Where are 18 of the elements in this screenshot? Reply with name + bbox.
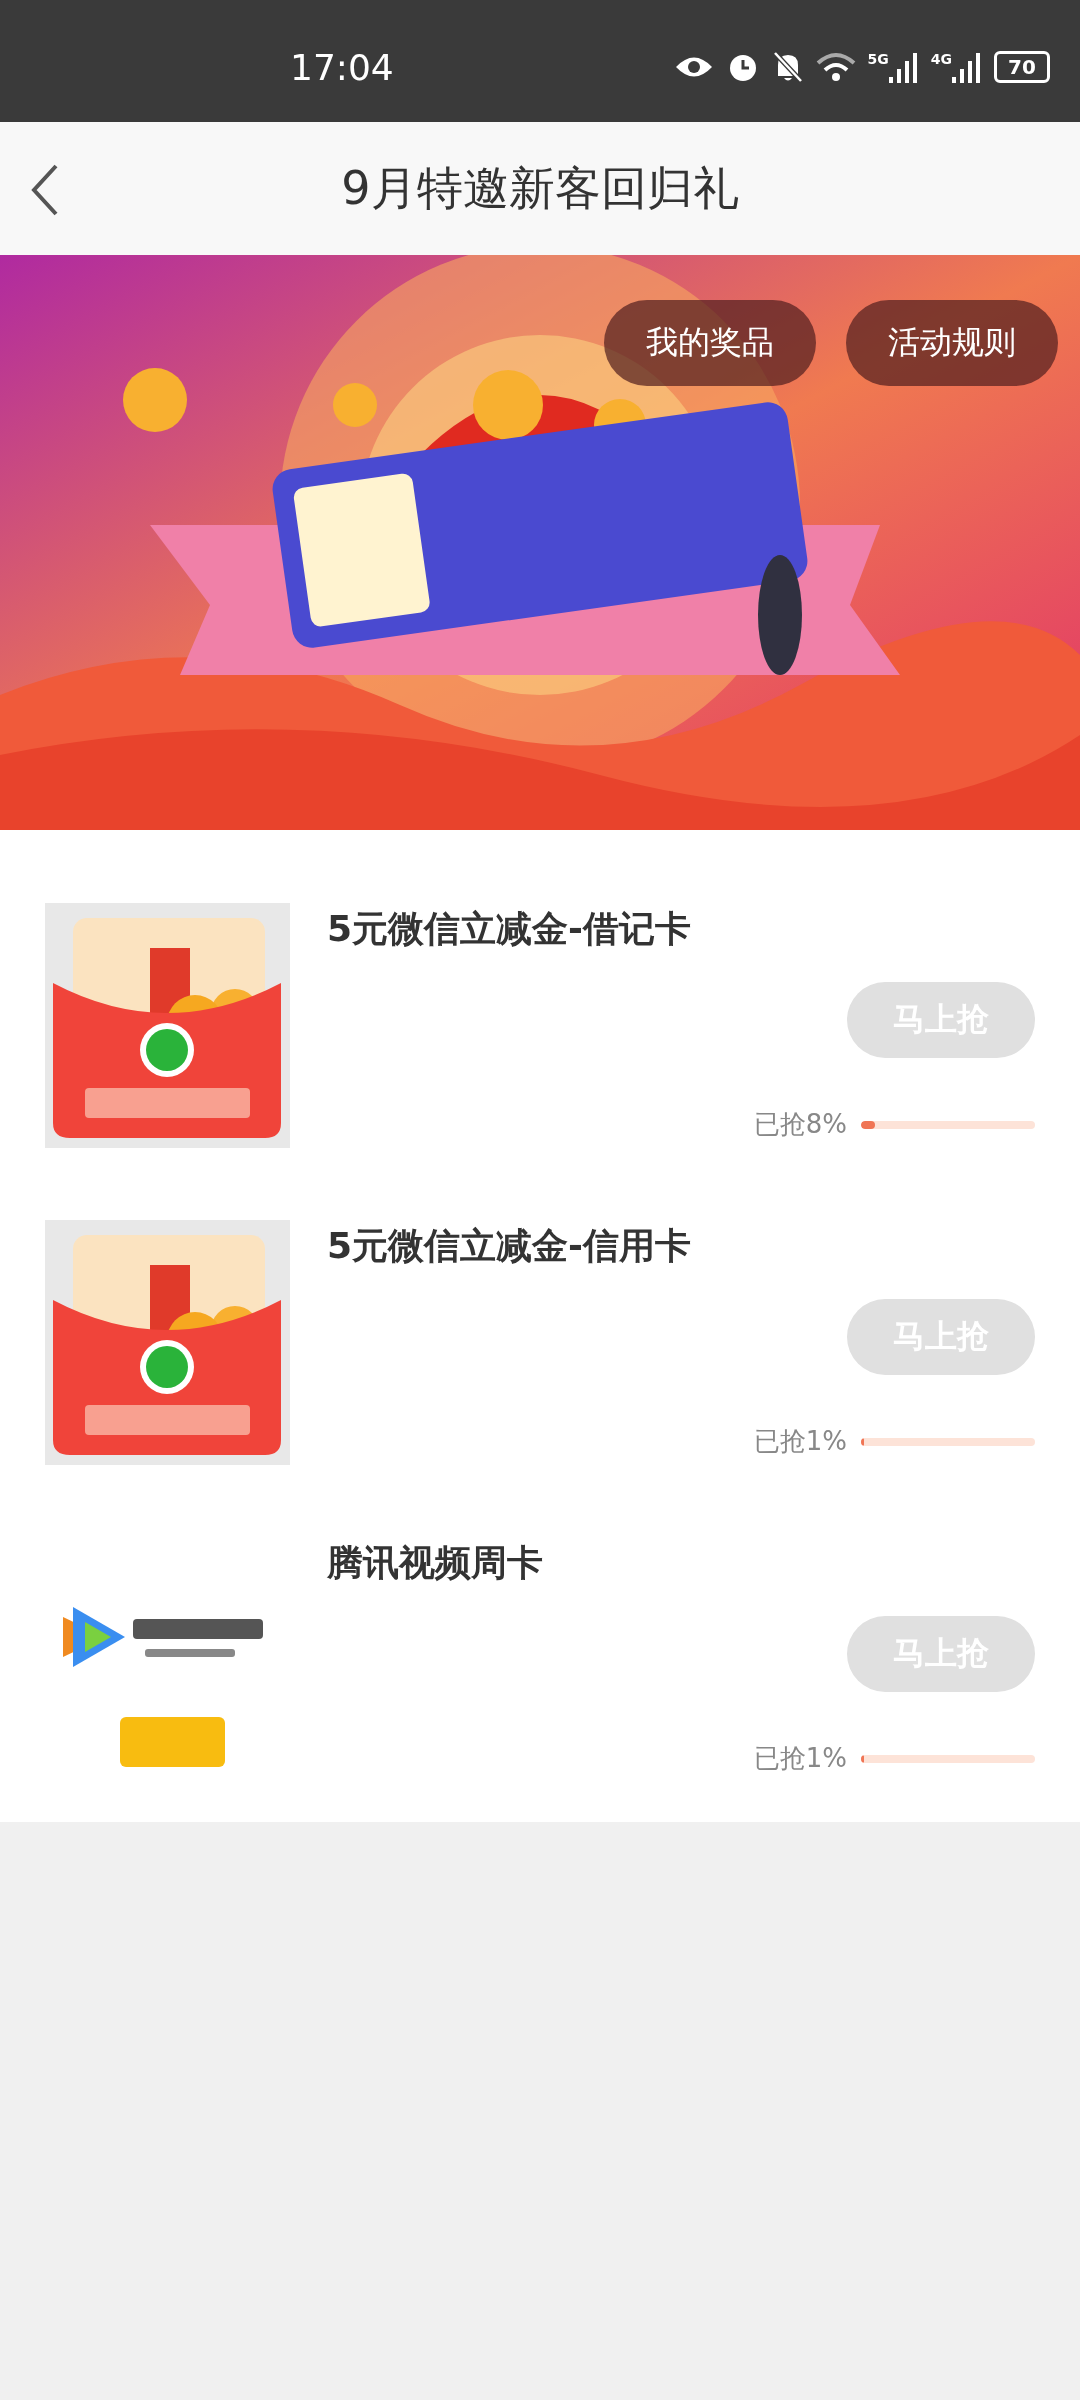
network-label: 4G bbox=[930, 51, 952, 67]
item-title: 5元微信立减金-信用卡 bbox=[327, 1224, 692, 1268]
signal-icon bbox=[952, 51, 982, 83]
signal-icon bbox=[888, 51, 919, 83]
muted-bell-icon bbox=[771, 50, 804, 84]
wifi-icon bbox=[815, 51, 856, 83]
banner-button[interactable]: 我的奖品 bbox=[604, 300, 816, 386]
status-time: 17:04 bbox=[290, 46, 394, 88]
network-label: 5G bbox=[867, 51, 889, 67]
progress-text: 已抢1% bbox=[753, 1742, 847, 1775]
page-title: 9月特邀新客回归礼 bbox=[341, 159, 739, 217]
progress-text: 已抢1% bbox=[753, 1425, 847, 1458]
back-icon[interactable] bbox=[30, 164, 60, 216]
item-title: 5元微信立减金-借记卡 bbox=[327, 907, 692, 951]
item-title: 腾讯视频周卡 bbox=[327, 1541, 544, 1585]
banner-button[interactable]: 活动规则 bbox=[846, 300, 1058, 386]
battery-level: 70 bbox=[1008, 55, 1036, 79]
progress-text: 已抢8% bbox=[753, 1108, 847, 1141]
